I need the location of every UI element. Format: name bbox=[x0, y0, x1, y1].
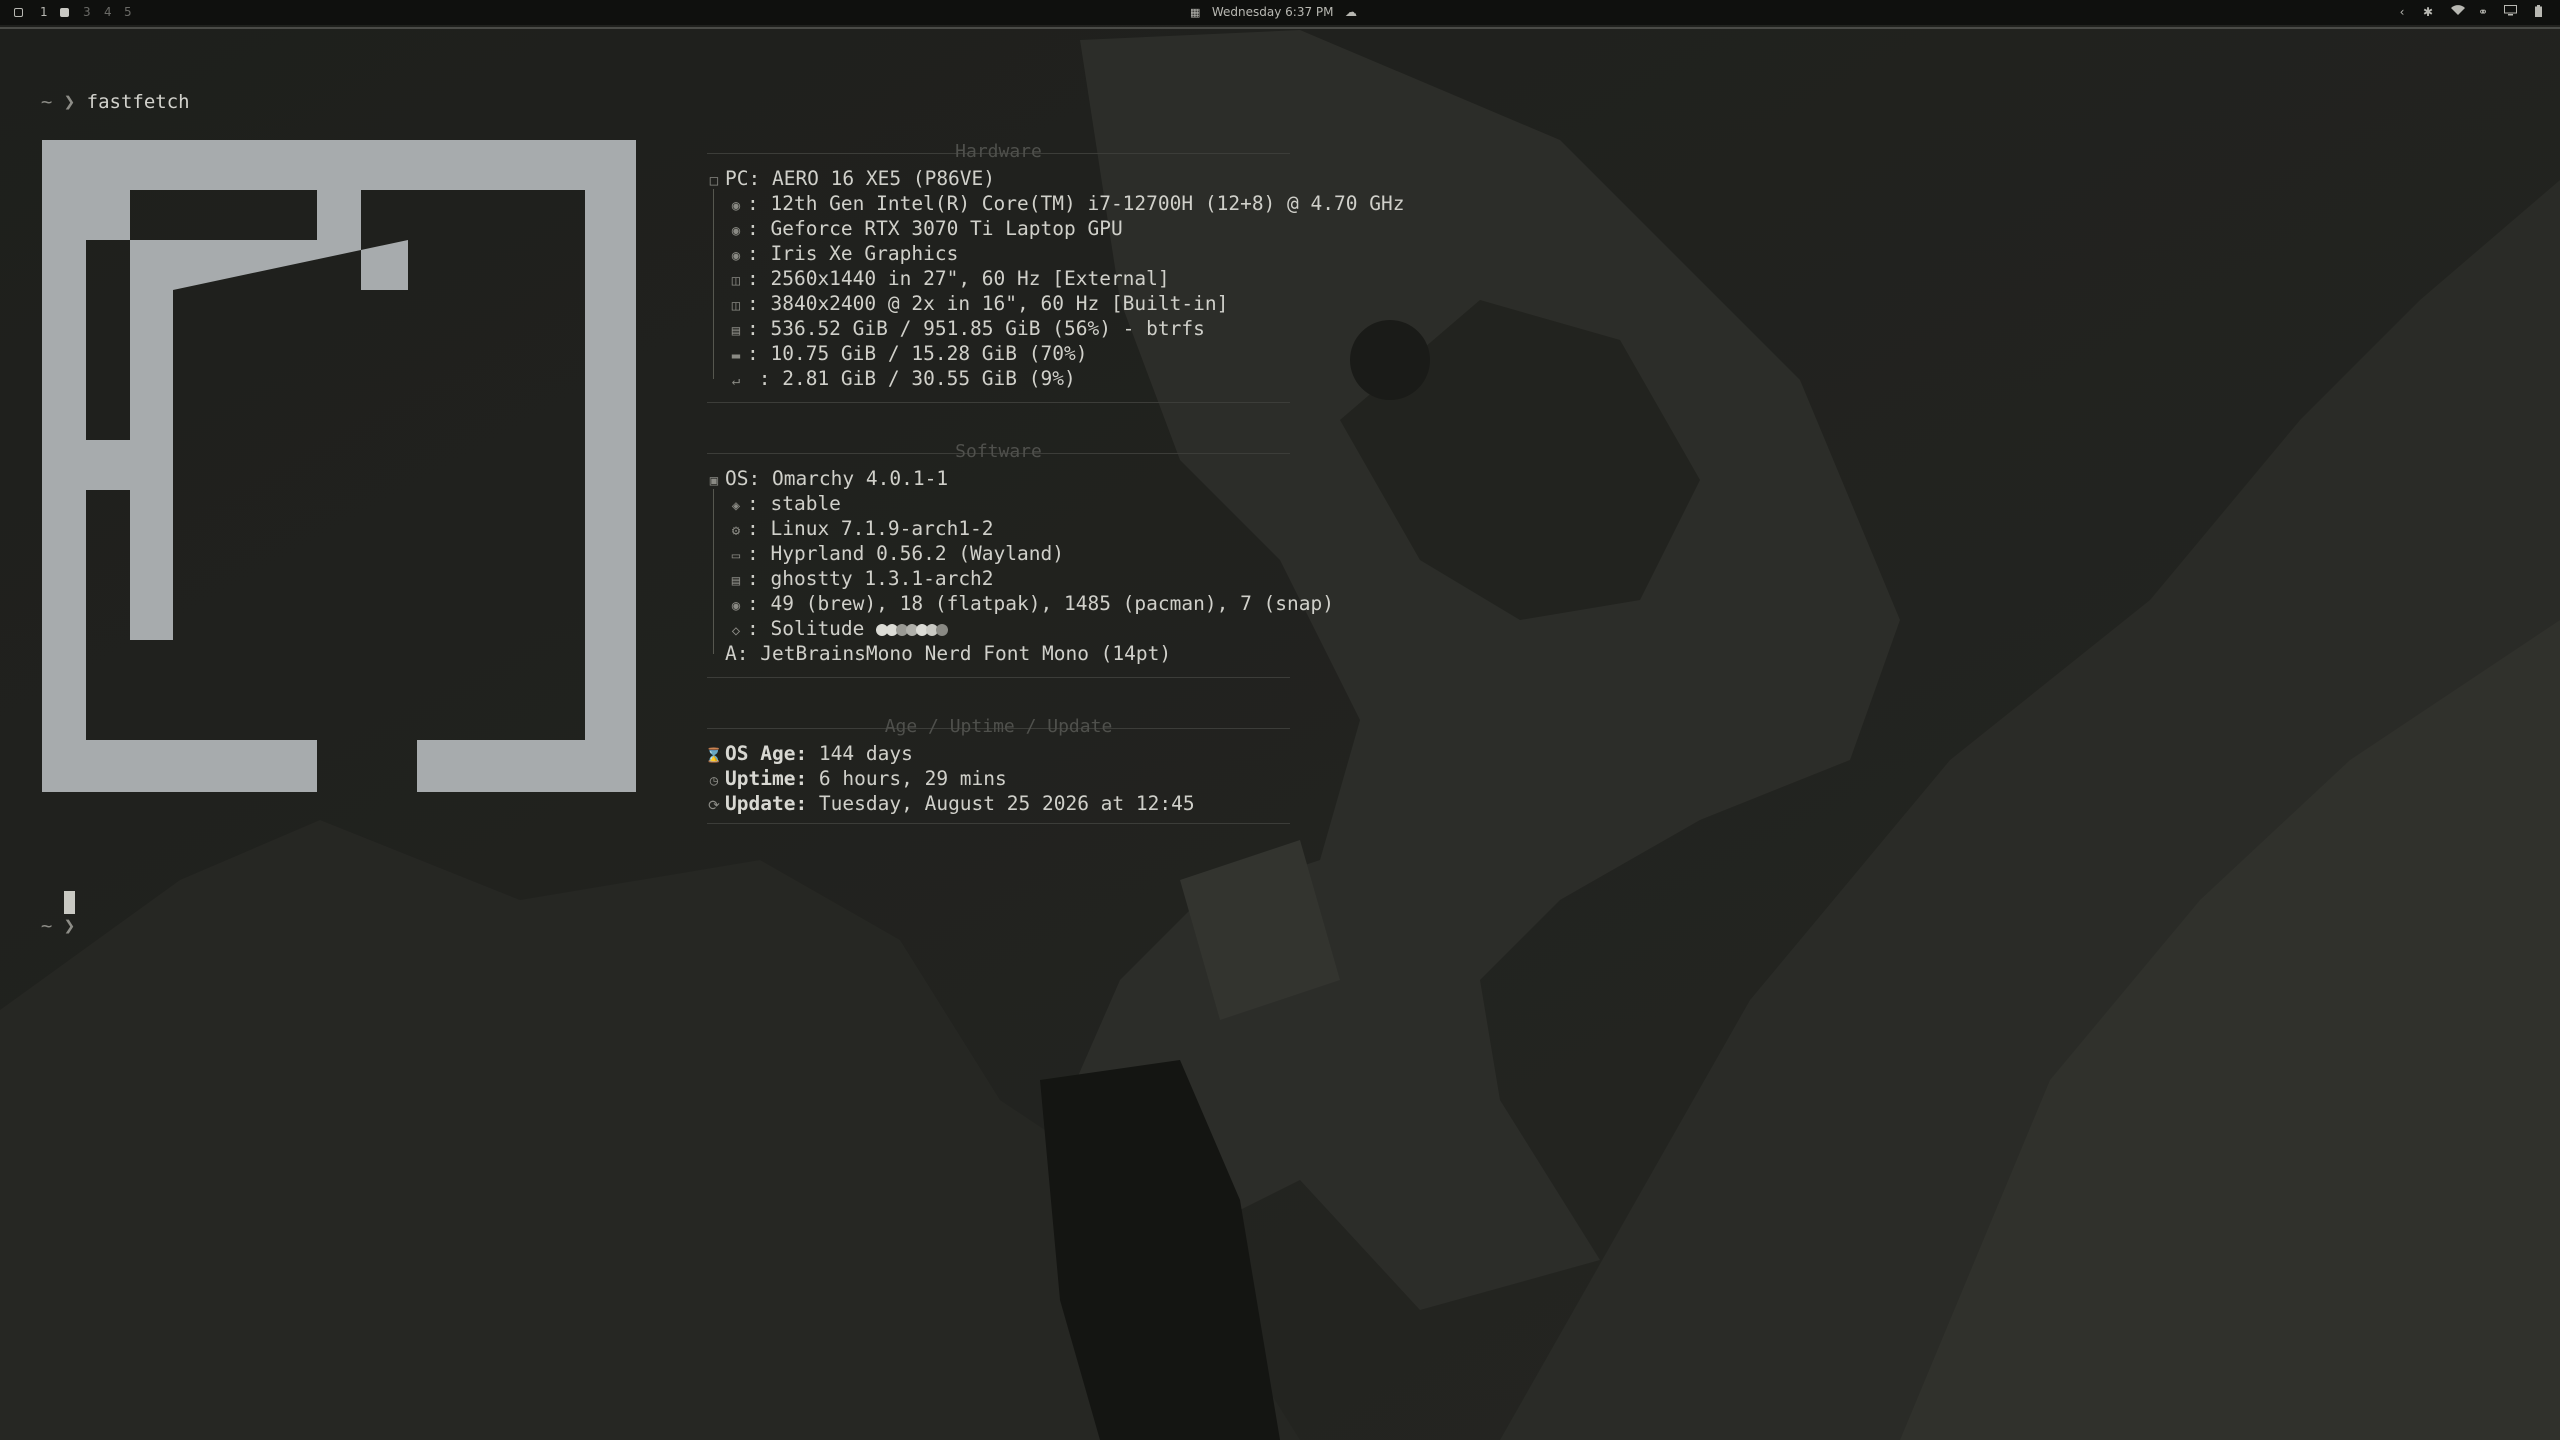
workspace-1[interactable]: 1 bbox=[40, 5, 48, 20]
theme-dot bbox=[936, 624, 949, 636]
prompt: ~ ❯ bbox=[40, 91, 76, 113]
workspace-4[interactable]: 4 bbox=[104, 5, 112, 20]
wifi-icon[interactable] bbox=[2450, 5, 2466, 20]
weather-icon: ☁ bbox=[1344, 5, 1357, 19]
os-row: ▣ OS: Omarchy 4.0.1-1 bbox=[703, 466, 948, 494]
workspace-3[interactable]: 3 bbox=[83, 5, 91, 20]
headphones-icon[interactable]: ⚭ bbox=[2475, 5, 2491, 20]
omarchy-logo bbox=[42, 140, 636, 792]
display1-row: ◫: 2560x1440 in 27", 60 Hz [External] bbox=[725, 266, 1170, 294]
channel-row: ◈: stable bbox=[725, 491, 841, 519]
os-icon: ▣ bbox=[709, 473, 719, 489]
swap-icon: ↵ bbox=[731, 373, 741, 389]
display2-row: ◫: 3840x2400 @ 2x in 16", 60 Hz [Built-i… bbox=[725, 291, 1229, 319]
bluetooth-icon[interactable]: ✱ bbox=[2420, 5, 2436, 20]
wm-row: ▭: Hyprland 0.56.2 (Wayland) bbox=[725, 541, 1064, 569]
chevron-left-icon[interactable]: ‹ bbox=[2394, 5, 2410, 20]
battery-icon[interactable] bbox=[2530, 5, 2546, 20]
workspace-2-active-icon[interactable] bbox=[60, 5, 69, 20]
command-line: ~ ❯ fastfetch bbox=[18, 66, 190, 114]
hardware-tree bbox=[713, 189, 714, 379]
clock[interactable]: Wednesday 6:37 PM bbox=[1212, 5, 1334, 19]
pc-row: □ PC: AERO 16 XE5 (P86VE) bbox=[703, 166, 995, 194]
age-title: Age / Uptime / Update bbox=[884, 716, 1113, 737]
workspace-grid-icon[interactable] bbox=[14, 5, 23, 20]
uptime-row: ◷ Uptime: 6 hours, 29 mins bbox=[703, 766, 1007, 794]
monitor-icon[interactable] bbox=[2502, 5, 2518, 20]
disk-row: ▤: 536.52 GiB / 951.85 GiB (56%) - btrfs bbox=[725, 316, 1205, 344]
gpu1-row: ◉: Geforce RTX 3070 Ti Laptop GPU bbox=[725, 216, 1123, 244]
update-row: ⟳ Update: Tuesday, August 25 2026 at 12:4… bbox=[703, 791, 1194, 819]
swap-row: ↵ : 2.81 GiB / 30.55 GiB (9%) bbox=[725, 366, 1076, 394]
software-title: Software bbox=[955, 441, 1042, 462]
theme-color-dots bbox=[876, 617, 949, 642]
top-bar: 1 3 4 5 ▦ Wednesday 6:37 PM ☁ ‹ ✱ ⚭ bbox=[0, 0, 2560, 25]
update-icon: ⟳ bbox=[708, 798, 720, 814]
font-row: A: JetBrainsMono Nerd Font Mono (14pt) bbox=[725, 642, 1172, 665]
text-cursor bbox=[64, 891, 75, 914]
workspace-5[interactable]: 5 bbox=[124, 5, 132, 20]
clock-area[interactable]: ▦ Wednesday 6:37 PM ☁ bbox=[1190, 5, 1357, 20]
memory-row: ▬: 10.75 GiB / 15.28 GiB (70%) bbox=[725, 341, 1088, 369]
cpu-row: ◉: 12th Gen Intel(R) Core(TM) i7-12700H … bbox=[725, 191, 1405, 219]
laptop-icon: □ bbox=[709, 173, 719, 189]
kernel-row: ⚙: Linux 7.1.9-arch1-2 bbox=[725, 516, 994, 544]
os-age-row: ⌛ OS Age: 144 days bbox=[703, 741, 913, 769]
terminal-row: ▤: ghostty 1.3.1-arch2 bbox=[725, 566, 994, 594]
theme-row: ◇: Solitude bbox=[725, 616, 949, 644]
prompt: ~ ❯ bbox=[40, 915, 76, 937]
app-icon: ▦ bbox=[1190, 6, 1201, 19]
command-text: fastfetch bbox=[86, 91, 190, 113]
software-tree bbox=[713, 489, 714, 654]
packages-row: ◉: 49 (brew), 18 (flatpak), 1485 (pacman… bbox=[725, 591, 1334, 619]
hardware-title: Hardware bbox=[955, 141, 1042, 162]
gpu2-row: ◉: Iris Xe Graphics bbox=[725, 241, 959, 269]
